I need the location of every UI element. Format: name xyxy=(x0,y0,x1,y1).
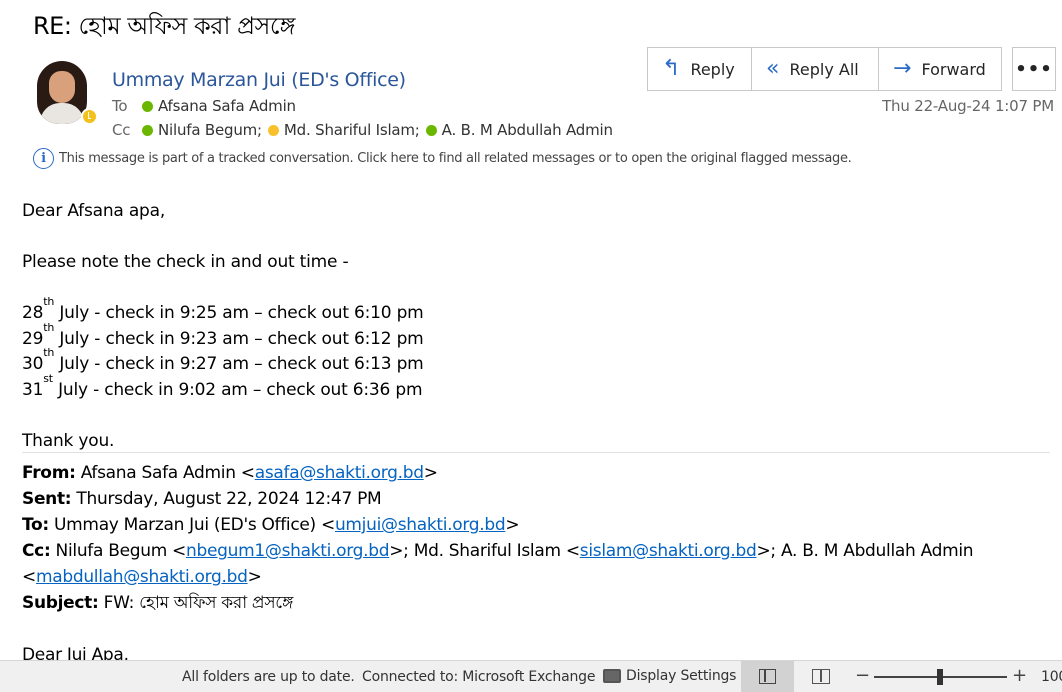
zoom-slider-thumb[interactable] xyxy=(937,669,943,685)
cc-line: Cc Nilufa Begum; Md. Shariful Islam; A. … xyxy=(112,121,619,139)
body-greeting: Dear Afsana apa, xyxy=(22,201,166,221)
sender-avatar[interactable] xyxy=(37,61,98,125)
quote-divider xyxy=(22,452,1050,453)
zoom-out-button[interactable]: − xyxy=(855,665,870,686)
message-body: Dear Afsana apa, Please note the check i… xyxy=(22,199,1052,454)
display-settings-button[interactable]: Display Settings xyxy=(603,668,736,684)
time-entry: 30th July - check in 9:27 am – check out… xyxy=(22,346,424,374)
email-link[interactable]: nbegum1@shakti.org.bd xyxy=(186,541,390,561)
cc-label: Cc xyxy=(112,121,131,139)
reading-view-icon[interactable] xyxy=(812,669,830,684)
recipient-cc[interactable]: A. B. M Abdullah Admin xyxy=(442,121,613,139)
forward-label: Forward xyxy=(921,59,986,79)
recipient-cc[interactable]: Md. Shariful Islam; xyxy=(284,121,420,139)
fwd-cc-line: Cc: Nilufa Begum <nbegum1@shakti.org.bd>… xyxy=(22,541,974,561)
reply-label: Reply xyxy=(690,59,735,79)
zoom-level[interactable]: 100% xyxy=(1041,669,1062,685)
body-closing: Thank you. xyxy=(22,430,115,451)
body-intro: Please note the check in and out time - xyxy=(22,252,349,272)
monitor-icon xyxy=(603,669,621,683)
away-status-icon xyxy=(81,108,98,125)
forwarded-header: From: Afsana Safa Admin <asafa@shakti.or… xyxy=(22,460,974,668)
zoom-in-button[interactable]: + xyxy=(1012,665,1027,686)
to-label: To xyxy=(112,97,128,115)
infobar-text: This message is part of a tracked conver… xyxy=(59,151,852,166)
presence-available-icon xyxy=(425,124,437,136)
message-datetime: Thu 22-Aug-24 1:07 PM xyxy=(882,97,1054,115)
reply-all-label: Reply All xyxy=(789,59,859,79)
presence-available-icon xyxy=(142,124,153,136)
reply-button[interactable]: ↰ Reply xyxy=(648,48,752,90)
time-entry: 28th July - check in 9:25 am – check out… xyxy=(22,295,424,323)
status-bar: All folders are up to date. Connected to… xyxy=(0,660,1062,692)
time-entry: 31st July - check in 9:02 am – check out… xyxy=(22,371,423,400)
message-subject: RE: হোম অফিস করা প্রসঙ্গে xyxy=(33,12,295,40)
email-link[interactable]: sislam@shakti.org.bd xyxy=(580,541,757,561)
fwd-cc-line-cont: <mabdullah@shakti.org.bd> xyxy=(22,567,262,587)
reply-all-button[interactable]: « Reply All xyxy=(752,48,879,90)
more-actions-button[interactable]: ••• xyxy=(1012,47,1056,91)
message-actions: ↰ Reply « Reply All → Forward xyxy=(647,47,1002,91)
fwd-from-line: From: Afsana Safa Admin <asafa@shakti.or… xyxy=(22,463,438,483)
email-link[interactable]: asafa@shakti.org.bd xyxy=(255,463,424,483)
reply-all-icon: « xyxy=(766,56,780,81)
reply-icon: ↰ xyxy=(662,56,681,81)
fwd-sent-line: Sent: Thursday, August 22, 2024 12:47 PM xyxy=(22,489,382,509)
presence-away-icon xyxy=(267,124,279,136)
email-link[interactable]: mabdullah@shakti.org.bd xyxy=(36,567,248,587)
fwd-subject-line: Subject: FW: হোম অফিস করা প্রসঙ্গে xyxy=(22,593,294,613)
time-entry: 29th July - check in 9:23 am – check out… xyxy=(22,320,424,349)
normal-view-icon xyxy=(759,669,776,684)
recipient-cc[interactable]: Nilufa Begum; xyxy=(158,121,262,139)
connection-status[interactable]: Connected to: Microsoft Exchange xyxy=(362,669,595,685)
info-icon: i xyxy=(33,148,54,169)
more-icon: ••• xyxy=(1015,58,1053,80)
email-link[interactable]: umjui@shakti.org.bd xyxy=(335,515,506,535)
recipient-to[interactable]: Afsana Safa Admin xyxy=(158,97,296,115)
forward-icon: → xyxy=(893,56,912,81)
fwd-to-line: To: Ummay Marzan Jui (ED's Office) <umju… xyxy=(22,515,520,535)
forward-button[interactable]: → Forward xyxy=(879,48,1001,90)
avatar-photo xyxy=(37,61,87,124)
normal-view-button[interactable] xyxy=(741,661,794,692)
presence-available-icon xyxy=(142,100,153,112)
tracked-conversation-infobar[interactable]: i This message is part of a tracked conv… xyxy=(33,148,852,169)
sync-status: All folders are up to date. xyxy=(182,669,355,685)
sender-name[interactable]: Ummay Marzan Jui (ED's Office) xyxy=(112,69,406,91)
display-settings-label: Display Settings xyxy=(626,668,737,684)
to-line: To Afsana Safa Admin xyxy=(112,97,302,115)
